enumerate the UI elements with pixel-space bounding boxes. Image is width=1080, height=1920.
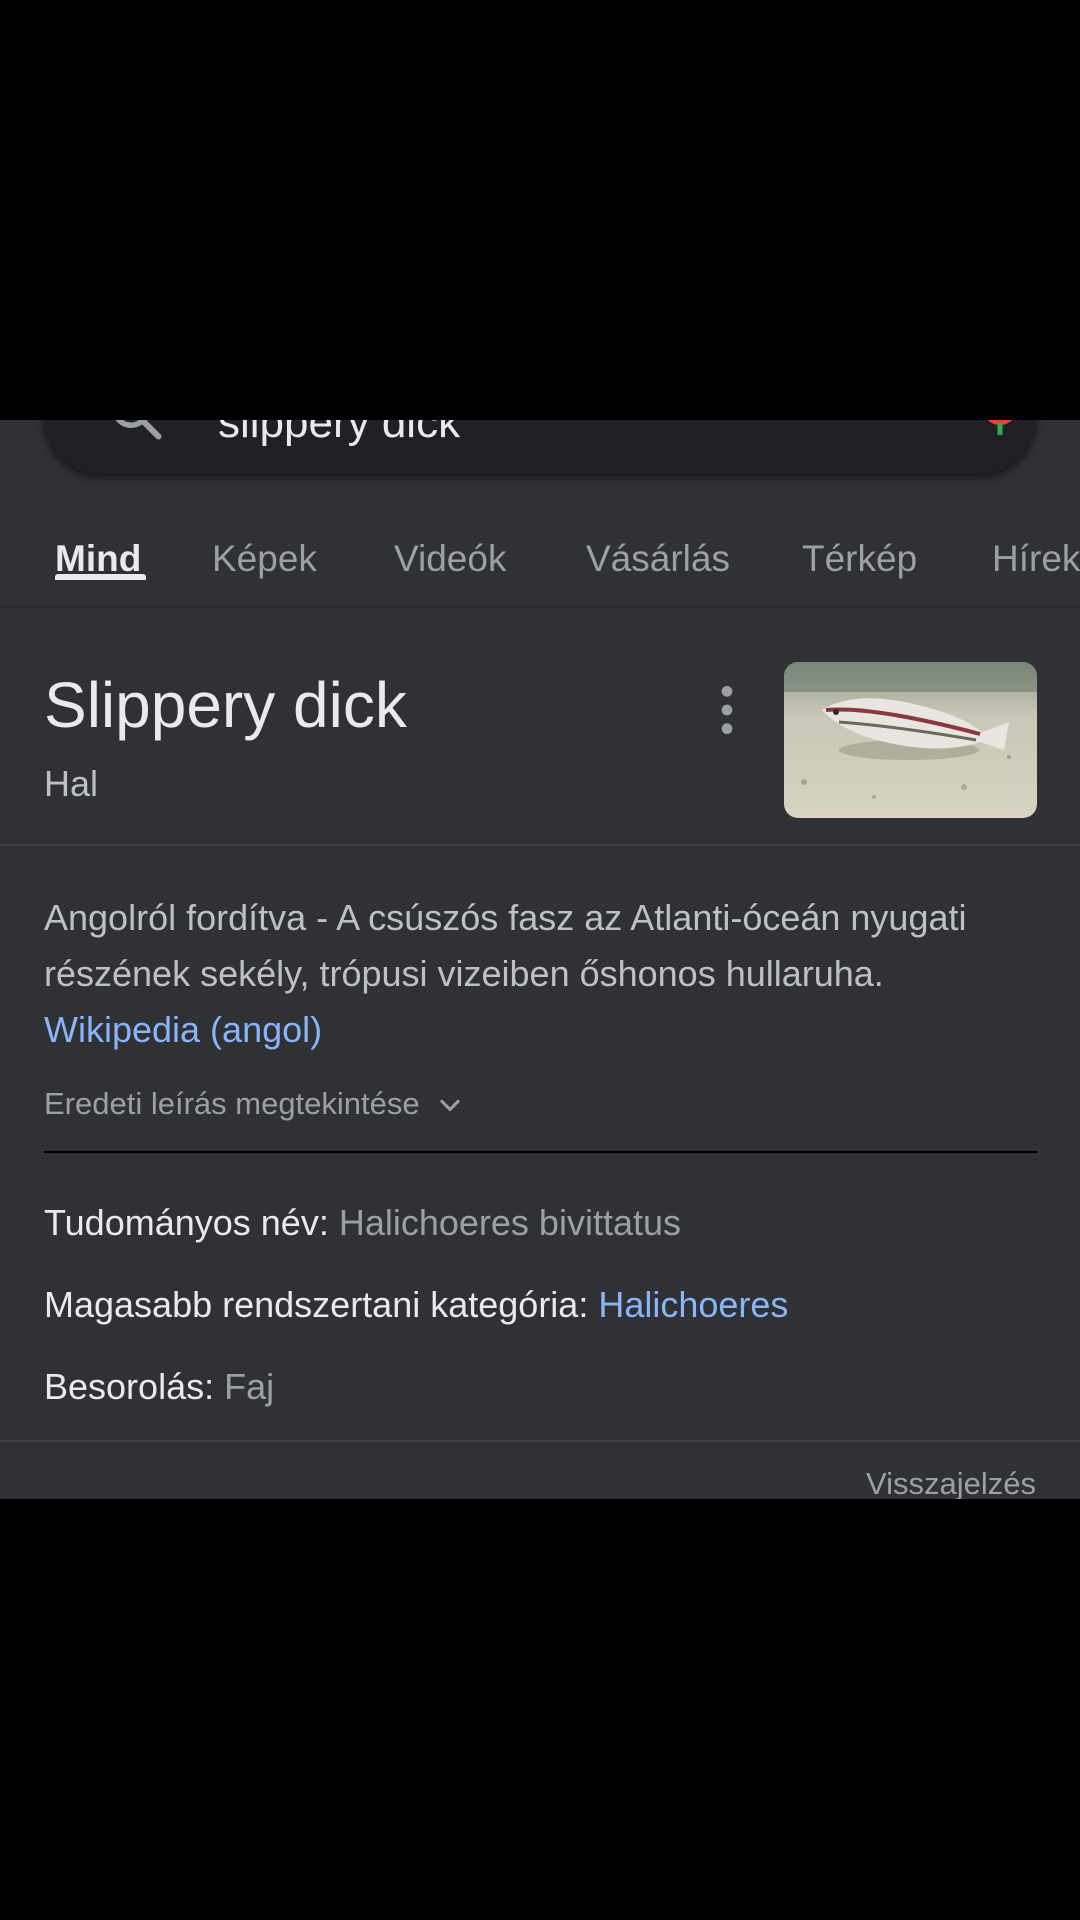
search-tabs: Mind Képek Videók Vásárlás Térkép Hírek [0, 516, 1080, 608]
fact-row-scientific-name: Tudományos név: Halichoeres bivittatus [44, 1202, 681, 1244]
fact-value: Halichoeres bivittatus [338, 1202, 682, 1243]
tab-images[interactable]: Képek [212, 538, 317, 580]
divider [44, 1151, 1037, 1153]
knowledge-panel-subtitle: Hal [44, 763, 99, 804]
active-tab-indicator [55, 574, 146, 580]
knowledge-panel-title: Slippery dick [44, 669, 407, 741]
search-icon [115, 420, 162, 440]
search-input[interactable]: slippery dick [218, 420, 460, 448]
divider [0, 844, 1080, 846]
fish-thumbnail-image[interactable] [784, 662, 1037, 818]
description-text: Angolról fordítva - A csúszós fasz az At… [44, 897, 967, 994]
divider [0, 1440, 1080, 1442]
fact-label: Magasabb rendszertani kategória: [44, 1284, 589, 1325]
wikipedia-link[interactable]: Wikipedia (angol) [44, 1009, 322, 1050]
search-box[interactable]: slippery dick [44, 420, 1036, 474]
fact-row-higher-taxon: Magasabb rendszertani kategória: Halicho… [44, 1284, 788, 1326]
microphone-icon[interactable] [980, 420, 1020, 440]
feedback-link[interactable]: Visszajelzés [866, 1466, 1036, 1499]
search-results-screen: slippery dick Mind Képek Videók Vásárlás… [0, 420, 1080, 1499]
tab-videos[interactable]: Videók [394, 538, 506, 580]
fact-value: Faj [224, 1366, 275, 1407]
fact-row-rank: Besorolás: Faj [44, 1366, 274, 1408]
tab-shopping[interactable]: Vásárlás [586, 538, 730, 580]
chevron-down-icon [440, 1099, 460, 1111]
fact-label: Tudományos név: [44, 1202, 329, 1243]
view-original-label: Eredeti leírás megtekintése [44, 1086, 420, 1121]
tab-maps[interactable]: Térkép [802, 538, 917, 580]
tab-news[interactable]: Hírek [992, 538, 1080, 580]
higher-taxon-link[interactable]: Halichoeres [598, 1284, 788, 1325]
more-options-icon[interactable] [710, 682, 744, 738]
view-original-toggle[interactable]: Eredeti leírás megtekintése [44, 1086, 464, 1122]
knowledge-panel-description: Angolról fordítva - A csúszós fasz az At… [44, 890, 1044, 1058]
divider [0, 606, 1080, 608]
fact-label: Besorolás: [44, 1366, 215, 1407]
